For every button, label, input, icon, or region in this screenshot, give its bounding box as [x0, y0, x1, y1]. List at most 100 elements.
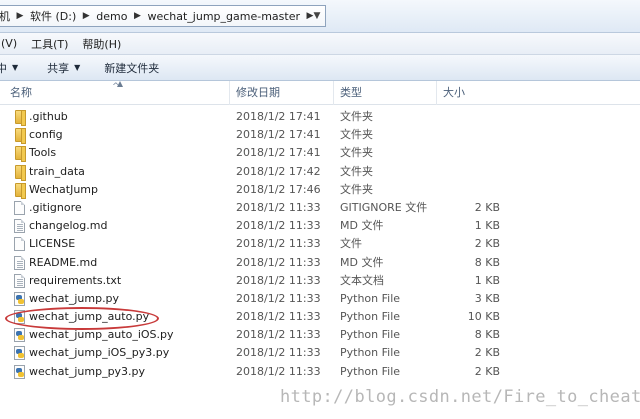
file-type: 文件夹	[340, 128, 373, 142]
breadcrumb-drive[interactable]: 软件 (D:)	[28, 8, 78, 24]
folder-icon	[15, 128, 26, 145]
file-size: 3 KB	[474, 291, 500, 305]
breadcrumb-computer[interactable]: 机	[0, 8, 12, 24]
file-row-train-data[interactable]: train_data 2018/1/2 17:42 文件夹	[0, 163, 640, 181]
file-size: 8 KB	[474, 328, 500, 342]
file-type: 文件夹	[340, 110, 373, 123]
breadcrumb-separator-icon[interactable]: ▶	[12, 11, 28, 21]
breadcrumb-demo[interactable]: demo	[94, 10, 129, 23]
file-list: .github 2018/1/2 17:41 文件夹 config 2018/1…	[0, 108, 640, 381]
address-bar: 机 ▶ 软件 (D:) ▶ demo ▶ wechat_jump_game-ma…	[0, 0, 640, 33]
file-name: Tools	[29, 146, 57, 160]
file-date: 2018/1/2 11:33	[236, 310, 321, 324]
file-row-license[interactable]: LICENSE 2018/1/2 11:33 文件 2 KB	[0, 235, 640, 253]
file-icon	[14, 255, 25, 270]
file-name: wechat_jump_py3.py	[29, 364, 146, 378]
file-type: 文件夹	[340, 146, 373, 160]
python-file-icon	[14, 328, 25, 343]
file-name: wechat_jump.py	[29, 291, 120, 305]
breadcrumb[interactable]: 机 ▶ 软件 (D:) ▶ demo ▶ wechat_jump_game-ma…	[0, 5, 326, 27]
file-row-config[interactable]: config 2018/1/2 17:41 文件夹	[0, 126, 640, 145]
file-date: 2018/1/2 17:41	[236, 146, 321, 160]
file-name: wechat_jump_iOS_py3.py	[29, 346, 170, 360]
file-date: 2018/1/2 11:33	[236, 346, 321, 360]
file-row-changelog[interactable]: changelog.md 2018/1/2 11:33 MD 文件 1 KB	[0, 217, 640, 235]
watermark: http://blog.csdn.net/Fire_to_cheat_	[280, 387, 640, 407]
file-row-wechat-jump-py3[interactable]: wechat_jump_py3.py 2018/1/2 11:33 Python…	[0, 363, 640, 381]
column-header-size[interactable]: 大小	[436, 81, 465, 105]
folder-icon	[15, 182, 26, 199]
file-date: 2018/1/2 11:33	[236, 328, 321, 342]
file-name: train_data	[29, 164, 85, 178]
file-type: Python File	[340, 328, 401, 342]
file-type: 文本文档	[340, 273, 384, 287]
file-date: 2018/1/2 11:33	[236, 364, 321, 378]
folder-icon	[15, 146, 26, 163]
file-size: 2 KB	[474, 237, 500, 251]
file-date: 2018/1/2 17:41	[236, 110, 321, 123]
file-type: MD 文件	[340, 255, 384, 269]
file-size: 2 KB	[474, 200, 500, 214]
menu-view[interactable]: (V)	[0, 37, 22, 50]
file-date: 2018/1/2 11:33	[236, 219, 321, 233]
menu-bar: (V) 工具(T) 帮助(H)	[0, 33, 640, 55]
file-row-readme[interactable]: README.md 2018/1/2 11:33 MD 文件 8 KB	[0, 254, 640, 272]
file-date: 2018/1/2 17:46	[236, 182, 321, 196]
file-row-gitignore[interactable]: .gitignore 2018/1/2 11:33 GITIGNORE 文件 2…	[0, 199, 640, 217]
menu-tools[interactable]: 工具(T)	[26, 36, 73, 52]
breadcrumb-separator-icon[interactable]: ▶	[129, 11, 145, 21]
share-label: 共享	[47, 61, 70, 75]
file-date: 2018/1/2 11:33	[236, 237, 321, 251]
organize-button[interactable]: 中 ▼	[0, 60, 18, 76]
file-name: LICENSE	[29, 237, 76, 251]
file-type: GITIGNORE 文件	[340, 200, 428, 214]
file-name: WechatJump	[29, 182, 98, 196]
file-date: 2018/1/2 17:42	[236, 164, 321, 178]
folder-icon	[15, 164, 26, 181]
breadcrumb-project[interactable]: wechat_jump_game-master	[145, 10, 302, 23]
file-type: Python File	[340, 346, 401, 360]
file-row-wechatjump[interactable]: WechatJump 2018/1/2 17:46 文件夹	[0, 181, 640, 199]
file-size: 1 KB	[474, 219, 500, 233]
file-name: .gitignore	[29, 200, 82, 214]
file-type: 文件夹	[340, 182, 373, 196]
file-name: .github	[29, 110, 68, 123]
address-dropdown-icon[interactable]: ▼	[309, 6, 325, 26]
highlight-circle	[5, 307, 159, 330]
new-folder-button[interactable]: 新建文件夹	[104, 60, 159, 76]
organize-label: 中	[0, 61, 7, 75]
breadcrumb-separator-icon[interactable]: ▶	[78, 11, 94, 21]
column-header-type[interactable]: 类型	[333, 81, 362, 105]
file-row-github[interactable]: .github 2018/1/2 17:41 文件夹	[0, 108, 640, 126]
file-size: 10 KB	[467, 310, 500, 324]
column-header-date[interactable]: 修改日期	[229, 81, 280, 105]
file-size: 2 KB	[474, 364, 500, 378]
file-row-wechat-jump-ios-py3[interactable]: wechat_jump_iOS_py3.py 2018/1/2 11:33 Py…	[0, 344, 640, 362]
file-type: Python File	[340, 291, 401, 305]
python-file-icon	[14, 364, 25, 379]
column-header-name[interactable]: 名称	[4, 81, 32, 105]
file-size: 8 KB	[474, 255, 500, 269]
file-row-wechat-jump-py[interactable]: wechat_jump.py 2018/1/2 11:33 Python Fil…	[0, 290, 640, 308]
file-type: 文件	[340, 237, 362, 251]
folder-icon	[15, 110, 26, 126]
file-name: requirements.txt	[29, 273, 122, 287]
file-row-tools[interactable]: Tools 2018/1/2 17:41 文件夹	[0, 144, 640, 163]
file-icon	[14, 237, 25, 252]
menu-help[interactable]: 帮助(H)	[77, 36, 126, 52]
share-button[interactable]: 共享 ▼	[47, 60, 80, 76]
python-file-icon	[14, 346, 25, 361]
file-name: changelog.md	[29, 219, 108, 233]
python-file-icon	[14, 291, 25, 306]
sort-indicator-icon	[117, 81, 123, 87]
command-bar: 中 ▼ 共享 ▼ 新建文件夹	[0, 55, 640, 81]
file-type: 文件夹	[340, 164, 373, 178]
chevron-down-icon: ▼	[12, 63, 19, 72]
file-type: Python File	[340, 364, 401, 378]
file-row-requirements[interactable]: requirements.txt 2018/1/2 11:33 文本文档 1 K…	[0, 272, 640, 290]
column-headers: 名称 ^ 修改日期 类型 大小	[0, 81, 640, 105]
file-name: README.md	[29, 255, 98, 269]
file-icon	[14, 200, 25, 215]
file-type: MD 文件	[340, 219, 384, 233]
file-date: 2018/1/2 11:33	[236, 255, 321, 269]
